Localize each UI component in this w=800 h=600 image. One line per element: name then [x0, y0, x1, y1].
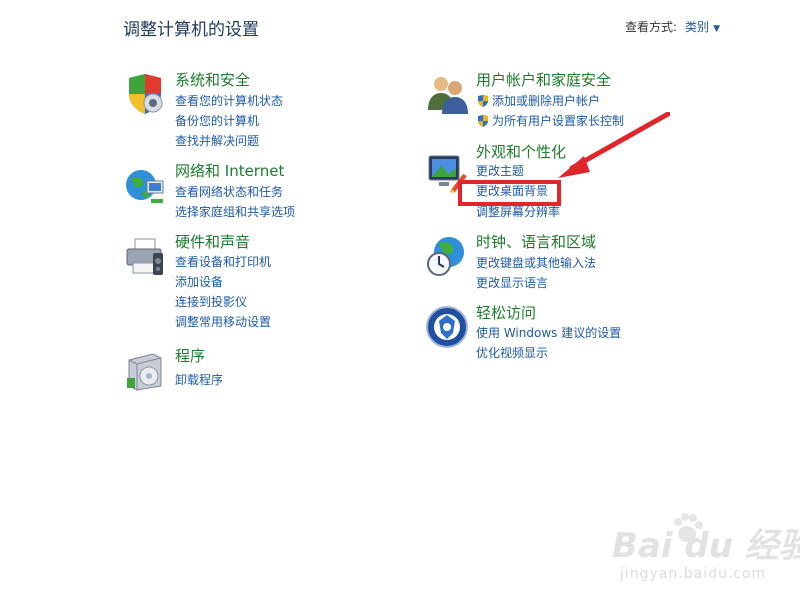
category-system-security[interactable]: 系统和安全 [175, 70, 250, 90]
users-icon[interactable] [425, 72, 469, 116]
uac-shield-icon [478, 115, 488, 127]
ease-of-access-icon[interactable] [425, 305, 469, 349]
link-optimize-visual-display[interactable]: 优化视频显示 [476, 343, 548, 363]
shield-icon[interactable] [123, 72, 167, 116]
link-add-remove-accounts[interactable]: 添加或删除用户帐户 [476, 91, 600, 111]
view-mode-dropdown[interactable]: 类别 [685, 20, 709, 34]
link-change-theme[interactable]: 更改主题 [476, 161, 524, 181]
link-mobility-settings[interactable]: 调整常用移动设置 [175, 312, 271, 332]
category-clock-language-region[interactable]: 时钟、语言和区域 [476, 232, 596, 252]
clock-globe-icon[interactable] [425, 234, 469, 278]
link-add-device[interactable]: 添加设备 [175, 272, 223, 292]
link-uninstall-program[interactable]: 卸载程序 [175, 370, 223, 390]
link-windows-recommended-settings[interactable]: 使用 Windows 建议的设置 [476, 323, 621, 343]
view-mode-label: 查看方式: [625, 20, 678, 34]
link-connect-projector[interactable]: 连接到投影仪 [175, 292, 247, 312]
view-mode: 查看方式: 类别 ▼ [625, 18, 720, 35]
link-homegroup-sharing[interactable]: 选择家庭组和共享选项 [175, 202, 295, 222]
network-globe-icon[interactable] [123, 165, 167, 209]
category-hardware-sound[interactable]: 硬件和声音 [175, 232, 250, 252]
chevron-down-icon[interactable]: ▼ [713, 24, 720, 34]
uac-shield-icon [478, 95, 488, 107]
link-devices-printers[interactable]: 查看设备和打印机 [175, 252, 271, 272]
link-view-computer-status[interactable]: 查看您的计算机状态 [175, 91, 283, 111]
link-troubleshoot[interactable]: 查找并解决问题 [175, 131, 259, 151]
link-backup-computer[interactable]: 备份您的计算机 [175, 111, 259, 131]
category-programs[interactable]: 程序 [175, 346, 205, 366]
link-add-remove-accounts-label: 添加或删除用户帐户 [492, 94, 601, 108]
page-title: 调整计算机的设置 [123, 20, 259, 40]
printer-speaker-icon[interactable] [123, 235, 167, 279]
link-network-status[interactable]: 查看网络状态和任务 [175, 182, 283, 202]
category-network-internet[interactable]: 网络和 Internet [175, 161, 284, 181]
watermark-logo-text: Bai du 经验 [612, 526, 800, 566]
annotation-arrow-icon [558, 112, 670, 178]
link-change-display-language[interactable]: 更改显示语言 [476, 273, 548, 293]
category-user-accounts[interactable]: 用户帐户和家庭安全 [476, 70, 611, 90]
category-ease-of-access[interactable]: 轻松访问 [476, 303, 536, 323]
link-change-keyboard[interactable]: 更改键盘或其他输入法 [476, 253, 596, 273]
programs-box-icon[interactable] [123, 348, 167, 392]
watermark-url: jingyan.baidu.com [620, 566, 767, 582]
